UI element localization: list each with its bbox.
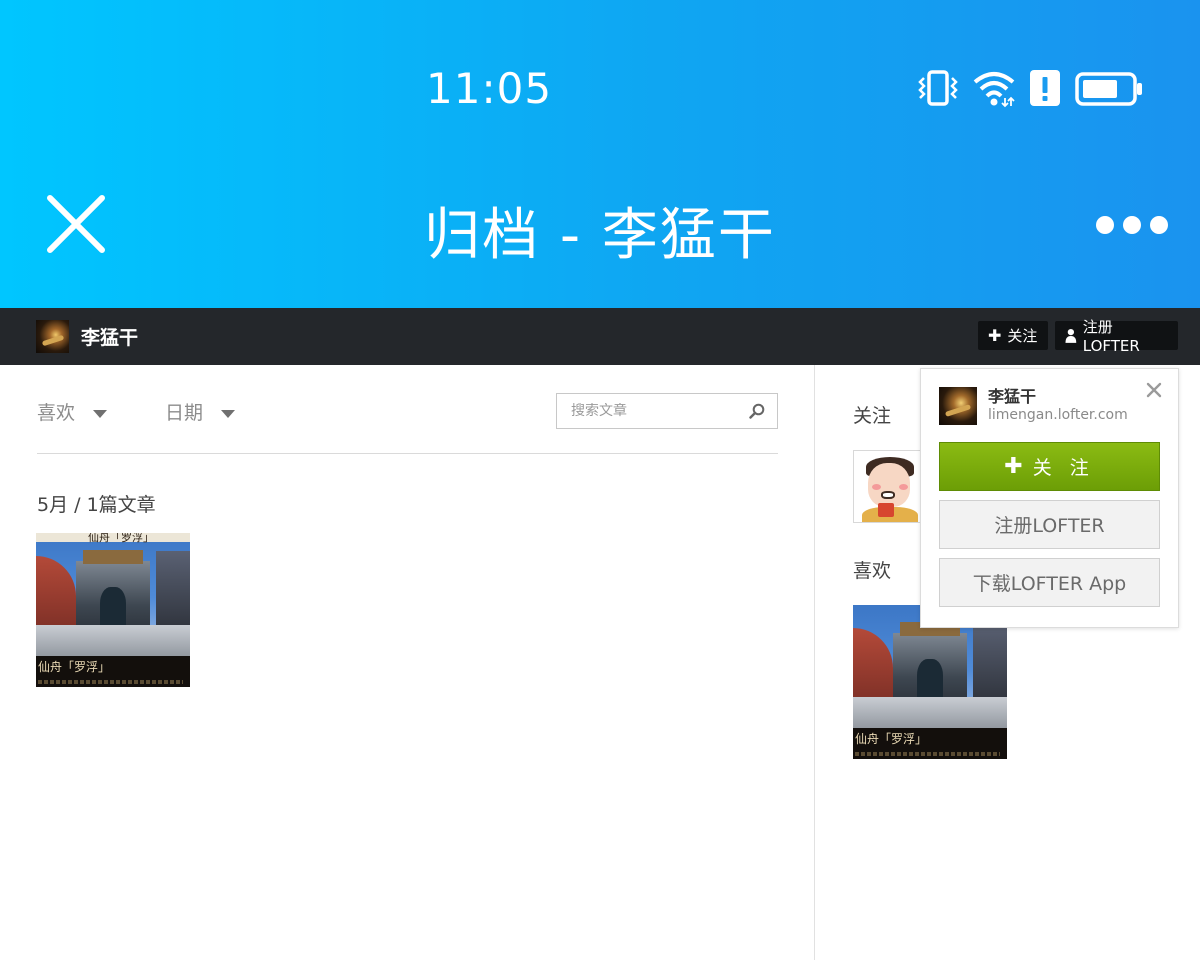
blog-name[interactable]: 李猛干	[81, 323, 138, 350]
sidebar-divider	[814, 365, 815, 960]
followed-user-avatar[interactable]	[853, 450, 925, 523]
post-top-caption: 仙舟「罗浮」	[88, 533, 154, 544]
popup-blog-name[interactable]: 李猛干	[988, 383, 1036, 407]
date-filter-label: 日期	[165, 402, 204, 424]
page-title: 归档 - 李猛干	[424, 203, 776, 268]
sidebar-likes-heading: 喜欢	[853, 560, 892, 582]
post-thumbnail[interactable]: 仙舟「罗浮」 仙舟「罗浮」	[36, 533, 190, 687]
follow-button[interactable]: ✚ 关注	[978, 321, 1048, 350]
likes-filter-dropdown[interactable]: 喜欢	[37, 398, 108, 425]
caret-down-icon	[221, 409, 236, 418]
register-button[interactable]: 注册LOFTER	[1055, 318, 1178, 355]
status-time: 11:05	[426, 64, 553, 113]
plus-icon: ✚	[1004, 454, 1023, 479]
dot-icon	[1123, 216, 1141, 234]
date-filter-dropdown[interactable]: 日期	[165, 398, 236, 425]
follow-button-label: 关注	[1007, 327, 1038, 345]
search-icon[interactable]	[749, 403, 765, 419]
vibrate-icon	[918, 70, 958, 106]
alert-icon	[1030, 70, 1060, 106]
popup-register-label: 注册LOFTER	[994, 515, 1105, 537]
post-caption: 仙舟「罗浮」	[38, 660, 111, 674]
lofter-top-bar: 李猛干 ✚ 关注 注册LOFTER	[0, 308, 1200, 365]
user-icon	[1065, 328, 1077, 343]
search-box	[556, 393, 778, 429]
popup-avatar[interactable]	[939, 387, 977, 425]
plus-icon: ✚	[988, 326, 1002, 345]
search-input[interactable]	[557, 403, 737, 419]
profile-popup: 李猛干 limengan.lofter.com ✚ 关 注 注册LOFTER 下…	[920, 368, 1179, 628]
status-icons	[916, 66, 1144, 110]
liked-post-thumbnail[interactable]: 仙舟「罗浮」	[853, 605, 1007, 759]
divider	[37, 453, 778, 454]
register-button-label: 注册LOFTER	[1082, 318, 1140, 355]
caret-down-icon	[93, 409, 108, 418]
popup-download-app-button[interactable]: 下载LOFTER App	[939, 558, 1160, 607]
popup-download-label: 下载LOFTER App	[972, 573, 1127, 595]
month-heading: 5月 / 1篇文章	[37, 494, 156, 516]
popup-register-button[interactable]: 注册LOFTER	[939, 500, 1160, 549]
dot-icon	[1150, 216, 1168, 234]
dot-icon	[1096, 216, 1114, 234]
close-icon[interactable]	[1145, 381, 1163, 399]
app-header: 11:05 归档 - 李猛干	[0, 0, 1200, 308]
wifi-icon	[973, 72, 1015, 108]
popup-follow-label: 关 注	[1032, 457, 1095, 479]
liked-post-caption: 仙舟「罗浮」	[855, 732, 928, 746]
sidebar-follow-heading: 关注	[853, 405, 892, 427]
battery-icon	[1075, 72, 1142, 106]
popup-blog-domain: limengan.lofter.com	[988, 407, 1128, 423]
more-options-button[interactable]	[1096, 214, 1172, 236]
blog-avatar[interactable]	[36, 320, 69, 353]
likes-filter-label: 喜欢	[37, 402, 76, 424]
popup-follow-button[interactable]: ✚ 关 注	[939, 442, 1160, 491]
